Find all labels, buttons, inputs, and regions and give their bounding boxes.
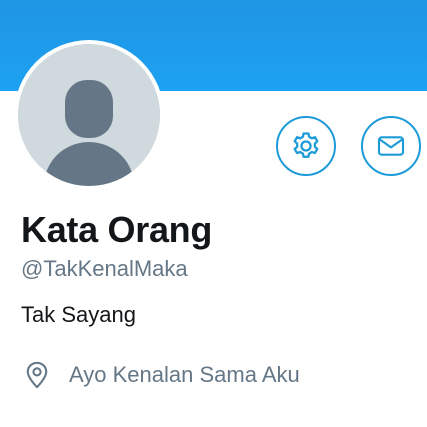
profile-bio: Tak Sayang [21, 302, 136, 327]
profile-location: Ayo Kenalan Sama Aku [23, 360, 300, 390]
profile-handle: @TakKenalMaka [21, 256, 188, 281]
default-avatar-icon [18, 44, 160, 186]
mail-icon [375, 130, 407, 162]
settings-button[interactable] [276, 116, 336, 176]
message-button[interactable] [361, 116, 421, 176]
display-name: Kata Orang [21, 209, 213, 250]
location-text: Ayo Kenalan Sama Aku [69, 362, 300, 387]
map-pin-icon [23, 360, 51, 390]
avatar[interactable] [14, 40, 164, 190]
gear-icon [289, 129, 323, 163]
